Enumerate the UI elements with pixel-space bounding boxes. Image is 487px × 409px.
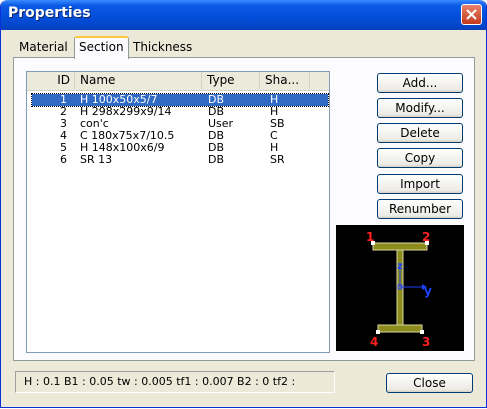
bottom-flange — [377, 324, 423, 333]
properties-window: Properties Material Section Thickness ID… — [0, 0, 487, 408]
close-icon — [466, 9, 477, 20]
list-header: ID Name Type Sha... — [27, 72, 329, 91]
window-close-button[interactable] — [461, 4, 482, 25]
tab-thickness[interactable]: Thickness — [129, 38, 196, 57]
corner-label-3: 3 — [422, 335, 430, 349]
cell-id: 6 — [60, 153, 67, 166]
table-row[interactable]: 1 H 100x50x5/7 DB H — [31, 93, 329, 107]
corner-marker — [376, 330, 380, 334]
h-section-drawing: z y 1 2 3 4 — [366, 230, 432, 349]
dimension-status: H : 0.1 B1 : 0.05 tw : 0.005 tf1 : 0.007… — [15, 371, 335, 393]
delete-button[interactable]: Delete — [377, 123, 463, 143]
cell-type: DB — [208, 153, 225, 166]
cell-shape: SR — [270, 153, 285, 166]
column-header-id[interactable]: ID — [27, 72, 75, 89]
column-header-shape[interactable]: Sha... — [260, 72, 310, 89]
renumber-button[interactable]: Renumber — [377, 199, 463, 219]
table-row[interactable]: 4 C 180x75x7/10.5 DB C — [32, 130, 328, 142]
window-title: Properties — [8, 5, 91, 21]
import-button[interactable]: Import — [377, 174, 463, 194]
tab-section[interactable]: Section — [74, 36, 129, 59]
z-axis-label: z — [397, 261, 403, 272]
modify-button[interactable]: Modify... — [377, 98, 463, 118]
corner-marker — [420, 330, 424, 334]
section-list[interactable]: ID Name Type Sha... 1 H 100x50x5/7 DB H … — [26, 71, 330, 353]
top-flange — [372, 242, 428, 251]
corner-label-2: 2 — [422, 230, 430, 244]
copy-button[interactable]: Copy — [377, 148, 463, 168]
corner-label-1: 1 — [366, 230, 374, 244]
corner-label-4: 4 — [370, 335, 378, 349]
table-row[interactable]: 3 con'c User SB — [32, 118, 328, 130]
column-header-type[interactable]: Type — [202, 72, 260, 89]
column-header-name[interactable]: Name — [75, 72, 202, 89]
table-row[interactable]: 6 SR 13 DB SR — [32, 154, 328, 166]
tab-material[interactable]: Material — [15, 38, 72, 57]
title-bar: Properties — [1, 0, 486, 30]
close-button[interactable]: Close — [386, 373, 473, 393]
add-button[interactable]: Add... — [377, 73, 463, 93]
section-preview: z y 1 2 3 4 — [336, 225, 464, 351]
y-axis-label: y — [424, 284, 432, 298]
cell-name: SR 13 — [80, 153, 113, 166]
